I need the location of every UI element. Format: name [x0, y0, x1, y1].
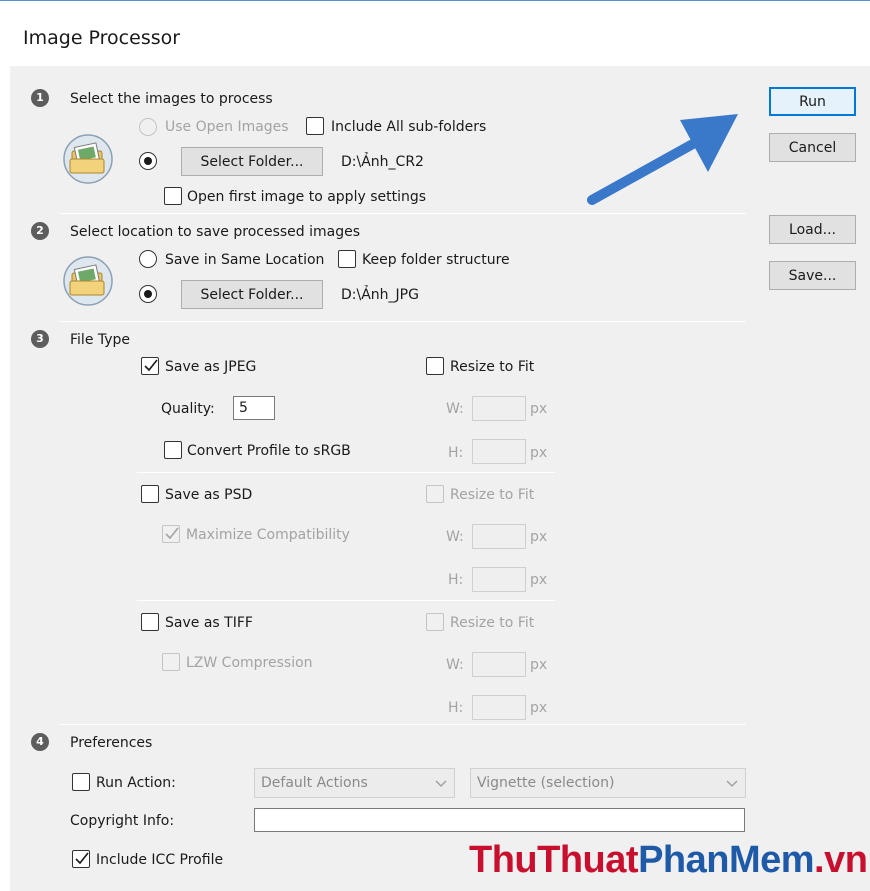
separator	[59, 213, 746, 214]
save-same-location-label: Save in Same Location	[165, 252, 325, 268]
include-icc-label: Include ICC Profile	[96, 852, 224, 868]
save-as-tiff-label: Save as TIFF	[165, 615, 253, 631]
action-set-dropdown[interactable]: Default Actions	[254, 768, 455, 798]
convert-profile-checkbox[interactable]	[164, 441, 182, 459]
select-folder-source-radio[interactable]	[139, 152, 157, 170]
action-dropdown[interactable]: Vignette (selection)	[470, 768, 746, 798]
tiff-width-unit: px	[530, 657, 548, 673]
use-open-images-label: Use Open Images	[165, 119, 289, 135]
section-3-heading: File Type	[70, 332, 131, 348]
tiff-height-unit: px	[530, 700, 548, 716]
section-1-heading: Select the images to process	[70, 91, 273, 107]
jpeg-width-label: W:	[446, 401, 464, 417]
section-4-heading: Preferences	[70, 735, 153, 751]
watermark-logo: ThuThuatPhanMem.vn	[469, 839, 868, 882]
psd-height-input[interactable]	[472, 567, 526, 592]
folder-save-icon	[63, 256, 113, 306]
psd-resize-to-fit-label: Resize to Fit	[450, 487, 535, 503]
tiff-resize-to-fit-label: Resize to Fit	[450, 615, 535, 631]
tiff-resize-to-fit-checkbox[interactable]	[426, 613, 444, 631]
separator	[59, 724, 746, 725]
jpeg-resize-to-fit-label: Resize to Fit	[450, 359, 535, 375]
radio-selected-dot	[144, 290, 152, 298]
watermark-part-1: ThuThuat	[469, 839, 639, 881]
copyright-label: Copyright Info:	[70, 813, 175, 829]
save-button[interactable]: Save...	[769, 261, 856, 290]
keep-folder-structure-label: Keep folder structure	[362, 252, 510, 268]
section-1-number: 1	[31, 89, 49, 107]
quality-label: Quality:	[161, 401, 215, 417]
jpeg-width-unit: px	[530, 401, 548, 417]
select-source-folder-button[interactable]: Select Folder...	[181, 147, 323, 176]
maximize-compatibility-label: Maximize Compatibility	[186, 527, 350, 543]
tiff-width-input[interactable]	[472, 652, 526, 677]
save-as-jpeg-label: Save as JPEG	[165, 359, 257, 375]
run-action-label: Run Action:	[96, 775, 176, 791]
jpeg-height-unit: px	[530, 445, 548, 461]
section-2-number: 2	[31, 222, 49, 240]
convert-profile-label: Convert Profile to sRGB	[187, 443, 351, 459]
jpeg-width-input[interactable]	[472, 396, 526, 421]
include-subfolders-checkbox[interactable]	[306, 117, 324, 135]
separator	[137, 600, 555, 601]
open-first-image-checkbox[interactable]	[164, 187, 182, 205]
load-button[interactable]: Load...	[769, 215, 856, 244]
section-3-number: 3	[31, 330, 49, 348]
radio-selected-dot	[144, 157, 152, 165]
lzw-compression-checkbox[interactable]	[162, 653, 180, 671]
checkmark-icon	[75, 852, 89, 865]
psd-height-unit: px	[530, 572, 548, 588]
checkmark-icon	[165, 527, 179, 540]
jpeg-height-label: H:	[448, 445, 464, 461]
run-action-checkbox[interactable]	[72, 773, 90, 791]
cancel-button[interactable]: Cancel	[769, 133, 856, 162]
chevron-down-icon	[435, 780, 447, 787]
run-button[interactable]: Run	[769, 87, 856, 116]
psd-resize-to-fit-checkbox[interactable]	[426, 485, 444, 503]
separator	[137, 472, 555, 473]
save-as-tiff-checkbox[interactable]	[141, 613, 159, 631]
save-as-psd-label: Save as PSD	[165, 487, 253, 503]
tiff-width-label: W:	[446, 657, 464, 673]
save-same-location-radio[interactable]	[139, 250, 157, 268]
use-open-images-radio[interactable]	[139, 118, 157, 136]
maximize-compatibility-checkbox[interactable]	[162, 525, 180, 543]
select-folder-destination-radio[interactable]	[139, 285, 157, 303]
copyright-input[interactable]	[254, 808, 745, 832]
keep-folder-structure-checkbox[interactable]	[338, 250, 356, 268]
save-as-psd-checkbox[interactable]	[141, 485, 159, 503]
title-bar: Image Processor	[0, 0, 870, 66]
separator	[59, 321, 746, 322]
psd-width-unit: px	[530, 529, 548, 545]
arrow-annotation-icon	[587, 114, 738, 205]
include-icc-checkbox[interactable]	[72, 850, 90, 868]
action-set-value: Default Actions	[261, 775, 368, 791]
folder-images-icon	[63, 134, 113, 184]
source-folder-path: D:\Ảnh_CR2	[341, 154, 424, 170]
lzw-compression-label: LZW Compression	[186, 655, 313, 671]
jpeg-height-input[interactable]	[472, 439, 526, 464]
checkmark-icon	[144, 359, 158, 372]
tiff-height-input[interactable]	[472, 695, 526, 720]
watermark-part-3: .vn	[814, 839, 868, 881]
include-subfolders-label: Include All sub-folders	[331, 119, 487, 135]
quality-input[interactable]: 5	[233, 396, 275, 420]
open-first-image-label: Open first image to apply settings	[187, 189, 427, 205]
psd-width-input[interactable]	[472, 524, 526, 549]
section-4-number: 4	[31, 733, 49, 751]
jpeg-resize-to-fit-checkbox[interactable]	[426, 357, 444, 375]
save-as-jpeg-checkbox[interactable]	[141, 357, 159, 375]
destination-folder-path: D:\Ảnh_JPG	[341, 287, 419, 303]
tiff-height-label: H:	[448, 700, 464, 716]
section-2-heading: Select location to save processed images	[70, 224, 361, 240]
psd-height-label: H:	[448, 572, 464, 588]
watermark-part-2: PhanMem	[638, 839, 815, 881]
window-title: Image Processor	[23, 27, 181, 49]
select-destination-folder-button[interactable]: Select Folder...	[181, 280, 323, 309]
chevron-down-icon	[726, 780, 738, 787]
action-value: Vignette (selection)	[477, 775, 615, 791]
psd-width-label: W:	[446, 529, 464, 545]
